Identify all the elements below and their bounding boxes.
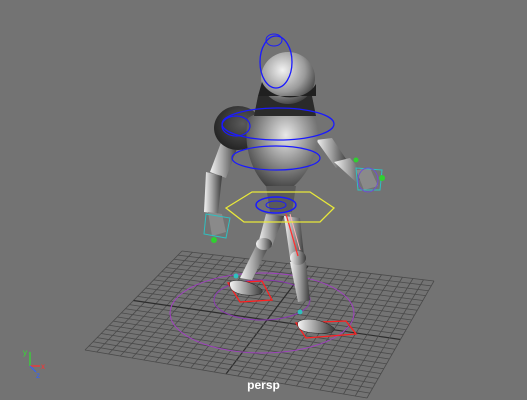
right-hand-joint[interactable] (379, 175, 385, 181)
left-forearm[interactable] (204, 172, 222, 214)
scene-canvas[interactable]: y x z (0, 0, 527, 400)
3d-viewport[interactable]: y x z persp (0, 0, 527, 400)
left-ankle-joint[interactable] (233, 273, 239, 279)
axis-indicator: y x z (23, 348, 45, 380)
right-ankle-joint[interactable] (297, 309, 303, 315)
right-knee[interactable] (290, 251, 306, 265)
left-knee[interactable] (256, 238, 272, 250)
torso[interactable] (246, 110, 318, 194)
elbow-joint[interactable] (353, 157, 359, 163)
axis-x-label: x (41, 362, 45, 371)
left-hand-joint[interactable] (211, 237, 217, 243)
axis-y-label: y (23, 348, 27, 357)
camera-name-label: persp (247, 378, 280, 392)
